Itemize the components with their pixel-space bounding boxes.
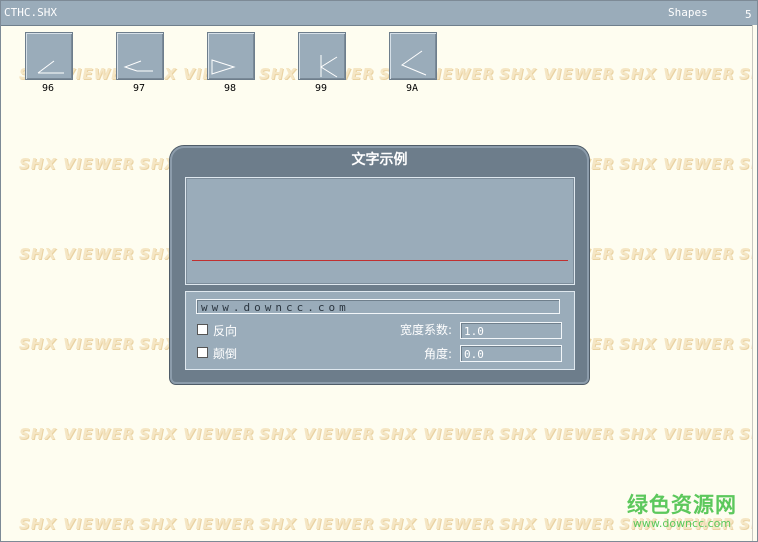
shape-97-glyph bbox=[123, 60, 153, 72]
upside-down-label: 颠倒 bbox=[213, 347, 238, 361]
watermark-text: SHX VIEWER bbox=[19, 245, 135, 263]
logo-url: www.downcc.com bbox=[632, 517, 732, 530]
watermark-text: SHX VIEWER bbox=[619, 65, 735, 83]
shape-99-glyph bbox=[320, 55, 338, 78]
shape-tile-99[interactable] bbox=[298, 32, 346, 80]
shape-label-98: 98 bbox=[223, 83, 237, 94]
baseline-line bbox=[192, 260, 568, 261]
watermark-text: SHX VIEWER bbox=[379, 425, 495, 443]
watermark-text: SHX VIEWER bbox=[619, 335, 735, 353]
watermark-text: SHX VIEWER bbox=[499, 515, 615, 533]
watermark-text: SHX VIEWER bbox=[619, 245, 735, 263]
shape-tile-9A[interactable] bbox=[389, 32, 437, 80]
watermark-text: SHX VIEWER bbox=[259, 425, 375, 443]
shape-tile-98[interactable] bbox=[207, 32, 255, 80]
watermark-text: SHX VIEWER bbox=[499, 65, 615, 83]
text-preview-area bbox=[185, 177, 575, 285]
watermark-text: SHX VIEWER bbox=[619, 425, 735, 443]
watermark-text: SHX VIEWER bbox=[139, 515, 255, 533]
shx-viewer-window: CTHC.SHX Shapes 5 SHX VIEWER SHX VIEWER SH… bbox=[0, 0, 758, 542]
shape-9A-glyph bbox=[400, 50, 427, 76]
shape-label-9A: 9A bbox=[405, 83, 419, 94]
watermark-text: SHX VIEWER bbox=[259, 515, 375, 533]
shape-label-99: 99 bbox=[314, 83, 328, 94]
dialog-title: 文字示例 bbox=[351, 152, 408, 168]
width-factor-label: 宽度系数: bbox=[400, 323, 453, 337]
shape-tile-96[interactable] bbox=[25, 32, 73, 80]
reverse-label: 反向 bbox=[213, 324, 238, 338]
shape-tile-97[interactable] bbox=[116, 32, 164, 80]
watermark-text: SHX VIEWER bbox=[19, 155, 135, 173]
watermark-text: SHX VIEWER bbox=[619, 155, 735, 173]
shape-98-glyph bbox=[211, 59, 236, 75]
shape-count: 5 bbox=[745, 8, 752, 21]
watermark-text: SHX VIEWER bbox=[19, 515, 135, 533]
width-factor-input[interactable]: 1.0 bbox=[460, 322, 562, 339]
watermark-text: SHX VIEWER bbox=[139, 425, 255, 443]
upside-down-checkbox[interactable] bbox=[197, 347, 208, 358]
watermark-text: SHX VIEWER bbox=[379, 515, 495, 533]
file-name: CTHC.SHX bbox=[4, 6, 57, 19]
site-logo: 绿色资源网 www.downcc.com bbox=[623, 489, 741, 530]
watermark-text: SHX VIEWER bbox=[499, 425, 615, 443]
watermark-text: SHX VIEWER bbox=[19, 335, 135, 353]
title-bar: CTHC.SHX Shapes 5 bbox=[1, 1, 757, 26]
angle-label: 角度: bbox=[424, 347, 453, 361]
logo-text: 绿色资源网 bbox=[627, 493, 737, 517]
angle-input[interactable]: 0.0 bbox=[460, 345, 562, 362]
reverse-checkbox[interactable] bbox=[197, 324, 208, 335]
right-edge-divider bbox=[752, 25, 757, 541]
shape-96-glyph bbox=[37, 60, 64, 74]
shape-label-97: 97 bbox=[132, 83, 146, 94]
sample-text-input[interactable]: www.downcc.com bbox=[196, 299, 560, 314]
shapes-label: Shapes bbox=[668, 6, 708, 19]
shape-label-96: 96 bbox=[41, 83, 55, 94]
watermark-text: SHX VIEWER bbox=[19, 425, 135, 443]
